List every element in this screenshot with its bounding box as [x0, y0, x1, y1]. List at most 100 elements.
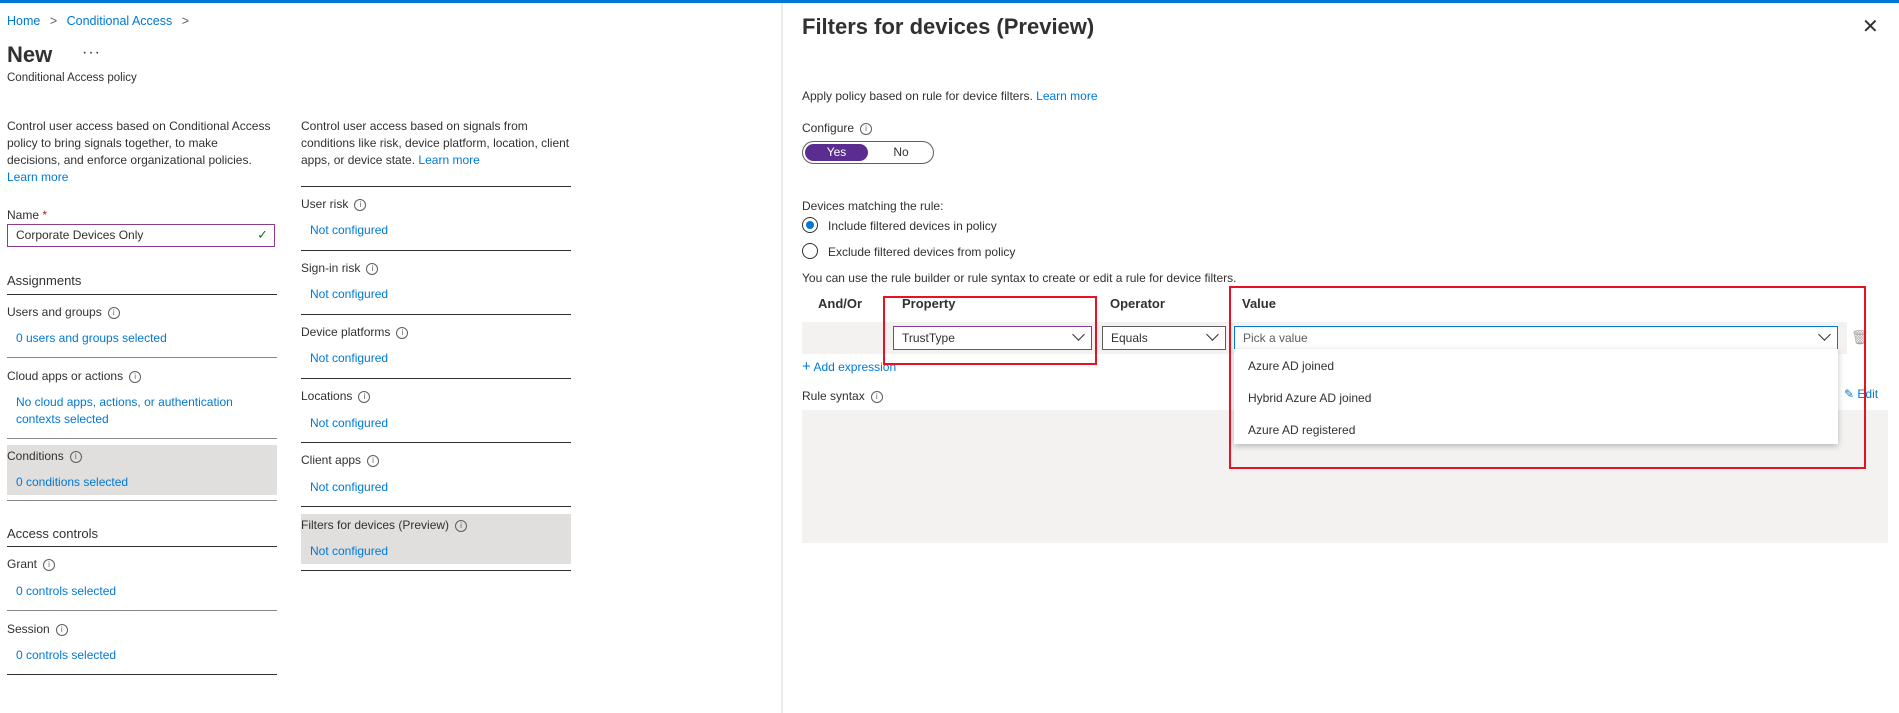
users-groups-label-text: Users and groups [7, 305, 102, 319]
policy-intro-text: Control user access based on Conditional… [7, 119, 271, 167]
toggle-yes[interactable]: Yes [805, 144, 868, 161]
session-link[interactable]: 0 controls selected [16, 648, 116, 662]
divider [301, 378, 571, 379]
info-icon[interactable]: i [55, 624, 68, 636]
session-label: Session i [7, 622, 68, 636]
learn-more-link[interactable]: Learn more [1036, 89, 1097, 103]
chevron-down-icon [1206, 328, 1219, 341]
assignments-divider [7, 294, 277, 295]
sign-in-risk-label-text: Sign-in risk [301, 261, 361, 275]
learn-more-link[interactable]: Learn more [7, 170, 68, 184]
locations-label: Locations i [301, 389, 371, 403]
plus-icon: + [802, 358, 811, 375]
info-icon[interactable]: i [354, 199, 367, 211]
policy-name-input[interactable]: Corporate Devices Only ✓ [7, 224, 275, 247]
page-title: New [7, 42, 53, 67]
device-platforms-link[interactable]: Not configured [310, 351, 388, 365]
conditions-label: Conditions i [7, 449, 82, 463]
info-icon[interactable]: i [358, 391, 371, 403]
info-icon[interactable]: i [367, 455, 380, 467]
cloud-apps-link[interactable]: No cloud apps, actions, or authenticatio… [16, 394, 266, 428]
users-groups-link[interactable]: 0 users and groups selected [16, 331, 167, 345]
cloud-apps-label: Cloud apps or actions i [7, 369, 142, 383]
breadcrumb-separator: > [49, 14, 58, 28]
info-icon[interactable]: i [455, 520, 468, 532]
conditions-link[interactable]: 0 conditions selected [16, 475, 128, 489]
conditions-intro: Control user access based on signals fro… [301, 118, 571, 169]
device-platforms-label-text: Device platforms [301, 325, 391, 339]
assignments-header: Assignments [7, 273, 82, 288]
locations-label-text: Locations [301, 389, 353, 403]
policy-name-value: Corporate Devices Only [16, 228, 144, 242]
grant-label: Grant i [7, 557, 56, 571]
conditions-divider [301, 186, 571, 187]
divider [7, 438, 277, 439]
cloud-apps-label-text: Cloud apps or actions [7, 369, 124, 383]
panel-description-text: Apply policy based on rule for device fi… [802, 89, 1033, 103]
grant-link[interactable]: 0 controls selected [16, 584, 116, 598]
panel-title: Filters for devices (Preview) [802, 14, 1095, 39]
divider [7, 500, 277, 501]
operator-dropdown[interactable]: Equals [1102, 326, 1226, 350]
configure-label: Configure i [802, 121, 873, 135]
divider [7, 674, 277, 675]
toggle-no[interactable]: No [881, 144, 921, 161]
configure-label-text: Configure [802, 121, 855, 135]
valid-check-icon: ✓ [257, 227, 268, 242]
info-icon[interactable]: i [870, 391, 883, 403]
info-icon[interactable]: i [43, 559, 56, 571]
name-label-text: Name [7, 208, 40, 222]
policy-intro: Control user access based on Conditional… [7, 118, 272, 186]
divider [301, 314, 571, 315]
breadcrumb-conditional-access[interactable]: Conditional Access [67, 14, 173, 28]
sign-in-risk-link[interactable]: Not configured [310, 287, 388, 301]
matching-label: Devices matching the rule: [802, 199, 944, 213]
configure-toggle[interactable]: Yes No [802, 141, 934, 164]
filters-for-devices-link[interactable]: Not configured [310, 544, 388, 558]
info-icon[interactable]: i [69, 451, 82, 463]
grant-label-text: Grant [7, 557, 38, 571]
client-apps-label-text: Client apps [301, 453, 362, 467]
breadcrumb-separator: > [181, 14, 190, 28]
client-apps-link[interactable]: Not configured [310, 480, 388, 494]
client-apps-label: Client apps i [301, 453, 380, 467]
learn-more-link[interactable]: Learn more [418, 153, 479, 167]
operator-value: Equals [1111, 331, 1148, 345]
rule-syntax-label: Rule syntax i [802, 389, 883, 403]
info-icon[interactable]: i [396, 327, 409, 339]
user-risk-label-text: User risk [301, 197, 349, 211]
property-highlight [883, 296, 1097, 365]
required-marker: * [42, 208, 48, 222]
col-operator: Operator [1110, 296, 1165, 311]
close-icon[interactable]: ✕ [1862, 14, 1879, 39]
col-andor: And/Or [818, 296, 863, 311]
breadcrumb-home[interactable]: Home [7, 14, 40, 28]
name-label: Name * [7, 208, 47, 222]
divider [301, 442, 571, 443]
device-platforms-label: Device platforms i [301, 325, 409, 339]
divider [301, 250, 571, 251]
more-options-button[interactable]: ··· [82, 44, 101, 62]
locations-link[interactable]: Not configured [310, 416, 388, 430]
info-icon[interactable]: i [107, 307, 120, 319]
info-icon[interactable]: i [129, 371, 142, 383]
include-radio-label[interactable]: Include filtered devices in policy [828, 219, 997, 233]
panel-border [781, 3, 783, 713]
info-icon[interactable]: i [366, 263, 379, 275]
filters-for-devices-label: Filters for devices (Preview) i [301, 518, 468, 532]
info-icon[interactable]: i [860, 123, 873, 135]
user-risk-link[interactable]: Not configured [310, 223, 388, 237]
divider [301, 506, 571, 507]
include-radio[interactable] [802, 217, 818, 233]
exclude-radio[interactable] [802, 243, 818, 259]
session-label-text: Session [7, 622, 50, 636]
divider [7, 610, 277, 611]
builder-hint: You can use the rule builder or rule syn… [802, 271, 1237, 285]
access-divider [7, 546, 277, 547]
page-subtitle: Conditional Access policy [7, 72, 137, 84]
conditions-label-text: Conditions [7, 449, 64, 463]
users-groups-label: Users and groups i [7, 305, 120, 319]
filters-label-text: Filters for devices (Preview) [301, 518, 450, 532]
divider [301, 570, 571, 571]
exclude-radio-label[interactable]: Exclude filtered devices from policy [828, 245, 1015, 259]
